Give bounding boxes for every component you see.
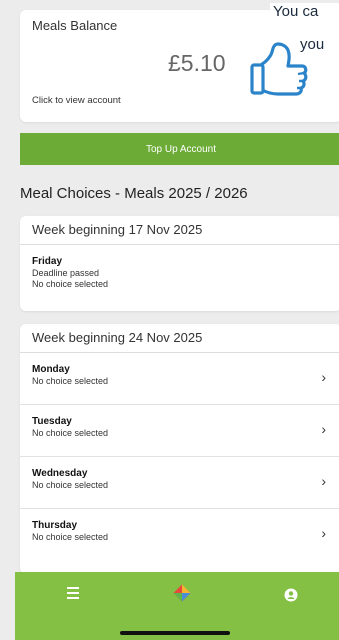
top-up-account-button[interactable]: Top Up Account: [20, 133, 339, 165]
day-choice: No choice selected: [32, 428, 109, 438]
day-choice: No choice selected: [32, 376, 109, 386]
chevron-right-icon: ›: [321, 525, 326, 541]
overlay-caption-line1: You ca: [270, 3, 339, 20]
thumbs-up-icon: [250, 42, 308, 96]
menu-icon[interactable]: [62, 584, 84, 606]
week-card: Week beginning 17 Nov 2025 Friday Deadli…: [20, 216, 339, 311]
view-account-link[interactable]: Click to view account: [32, 95, 121, 106]
chevron-right-icon: ›: [321, 473, 326, 489]
day-choice: No choice selected: [32, 532, 109, 542]
meal-choices-title: Meal Choices - Meals 2025 / 2026: [20, 185, 248, 202]
day-row-wednesday[interactable]: Wednesday No choice selected ›: [20, 457, 339, 509]
day-choice: No choice selected: [32, 480, 109, 490]
meals-balance-title: Meals Balance: [32, 18, 118, 33]
day-name: Friday: [32, 256, 63, 267]
home-icon[interactable]: [171, 582, 193, 604]
day-row-thursday[interactable]: Thursday No choice selected ›: [20, 509, 339, 561]
week-card: Week beginning 24 Nov 2025 Monday No cho…: [20, 324, 339, 574]
week-header: Week beginning 24 Nov 2025: [20, 324, 339, 353]
week-header: Week beginning 17 Nov 2025: [20, 216, 339, 245]
day-choice: No choice selected: [32, 279, 109, 289]
day-name: Wednesday: [32, 468, 88, 479]
home-indicator: [120, 631, 230, 635]
day-row-tuesday[interactable]: Tuesday No choice selected ›: [20, 405, 339, 457]
day-name: Monday: [32, 364, 70, 375]
day-status: Deadline passed: [32, 268, 100, 278]
chevron-right-icon: ›: [321, 369, 326, 385]
chevron-right-icon: ›: [321, 421, 326, 437]
day-name: Tuesday: [32, 416, 72, 427]
day-row-monday[interactable]: Monday No choice selected ›: [20, 353, 339, 405]
day-row-friday: Friday Deadline passed No choice selecte…: [20, 245, 339, 311]
profile-icon[interactable]: [280, 584, 302, 606]
meals-balance-amount: £5.10: [168, 50, 226, 76]
day-name: Thursday: [32, 520, 78, 531]
bottom-nav-bar: [15, 572, 339, 640]
